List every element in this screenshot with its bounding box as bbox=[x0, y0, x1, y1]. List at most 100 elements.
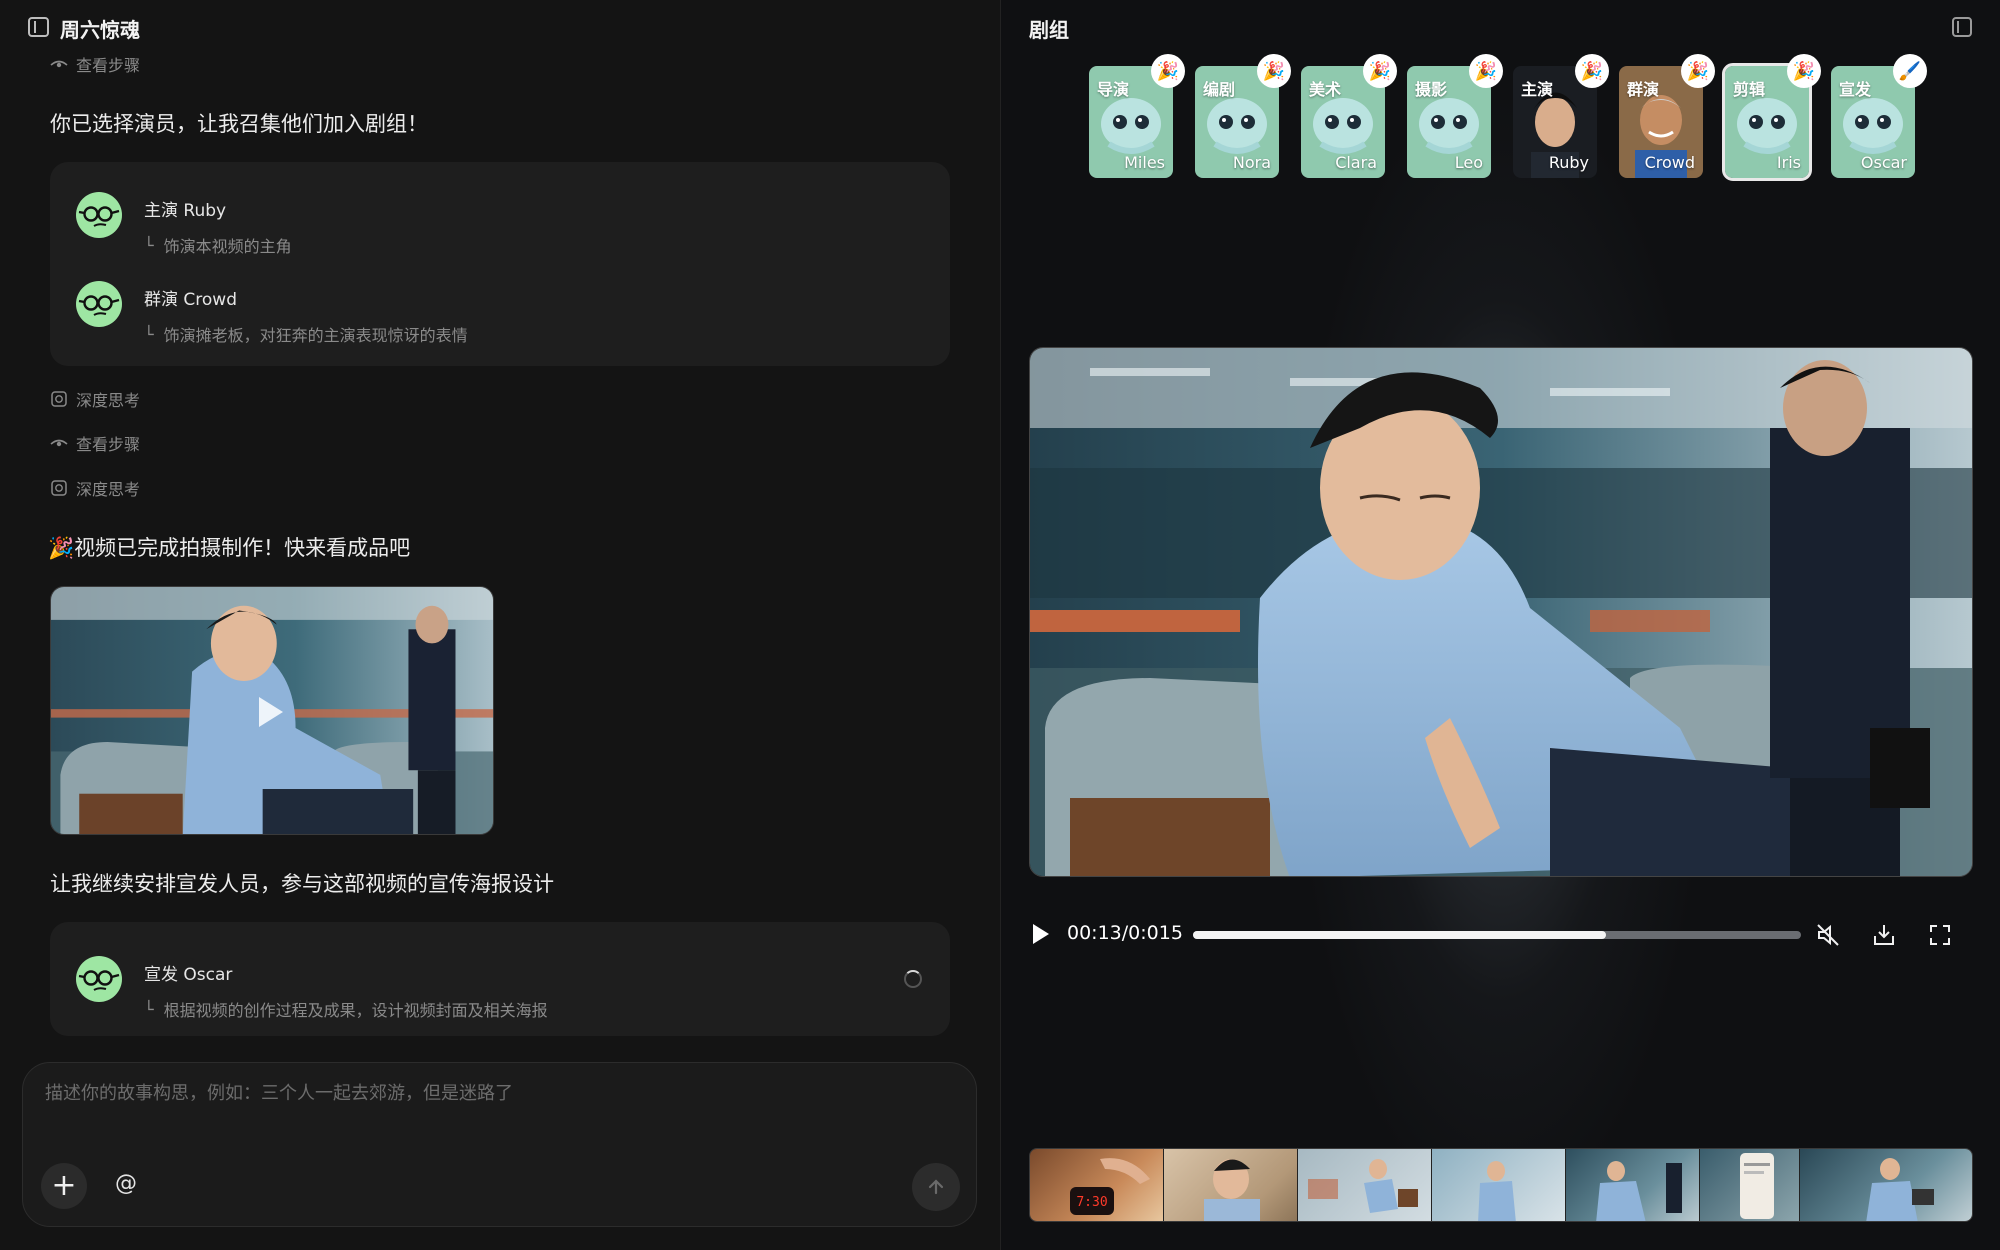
filmstrip: 7:30 bbox=[1029, 1148, 1973, 1222]
crew-name: Nora bbox=[1232, 153, 1271, 172]
cast-member-oscar[interactable]: 宣发 Oscar └ 根据视频的创作过程及成果，设计视频封面及相关海报 bbox=[76, 956, 548, 1021]
player-controls: 00:13/0:015 bbox=[1029, 918, 1973, 952]
view-steps-link[interactable]: 查看步骤 bbox=[50, 431, 140, 455]
frame-thumbnail[interactable] bbox=[1700, 1149, 1800, 1221]
promo-card: 宣发 Oscar └ 根据视频的创作过程及成果，设计视频封面及相关海报 bbox=[50, 922, 950, 1036]
tablet-scene bbox=[1866, 1158, 1934, 1221]
party-popper-icon: 🎉 bbox=[1681, 54, 1715, 88]
glasses-face-icon bbox=[78, 970, 120, 991]
crew-strip: 导演 Miles 🎉 编剧 Nora 🎉 美术 Clara 🎉 摄影 Leo 🎉 主演 Ruby 🎉 群演 Cr… bbox=[1089, 54, 1927, 181]
crew-role: 主演 bbox=[1521, 80, 1554, 99]
play-icon[interactable] bbox=[259, 697, 283, 727]
party-popper-icon: 🎉 bbox=[1469, 54, 1503, 88]
clock-text: 7:30 bbox=[1076, 1195, 1107, 1210]
platform-scene bbox=[1478, 1161, 1516, 1221]
panel-toggle-icon[interactable] bbox=[1952, 17, 1972, 37]
progress-bar[interactable] bbox=[1193, 931, 1801, 939]
view-steps-label: 查看步骤 bbox=[76, 56, 141, 75]
download-icon[interactable] bbox=[1871, 922, 1897, 948]
paintbrush-icon: 🖌️ bbox=[1893, 54, 1927, 88]
add-button[interactable]: + bbox=[41, 1163, 87, 1209]
crew-card-nora[interactable]: 编剧 Nora 🎉 bbox=[1195, 54, 1291, 178]
cast-member-crowd[interactable]: 群演 Crowd └ 饰演摊老板，对狂奔的主演表现惊讶的表情 bbox=[76, 281, 468, 346]
story-input[interactable] bbox=[45, 1083, 945, 1104]
avatar bbox=[76, 192, 122, 238]
intro-message: 你已选择演员，让我召集他们加入剧组！ bbox=[50, 112, 428, 136]
party-popper-icon: 🎉 bbox=[1575, 54, 1609, 88]
crew-role: 摄影 bbox=[1415, 80, 1448, 99]
crew-role: 剪辑 bbox=[1733, 80, 1766, 99]
send-button[interactable] bbox=[912, 1163, 960, 1211]
crew-name: Ruby bbox=[1548, 153, 1589, 172]
video-thumbnail[interactable] bbox=[50, 586, 494, 835]
crew-name: Clara bbox=[1335, 153, 1377, 172]
done-message: 🎉视频已完成拍摄制作！快来看成品吧 bbox=[48, 536, 411, 560]
continue-message: 让我继续安排宣发人员，参与这部视频的宣传海报设计 bbox=[50, 872, 554, 896]
avatar bbox=[76, 281, 122, 327]
loading-spinner-icon bbox=[904, 970, 922, 988]
member-name: 主演 Ruby bbox=[144, 201, 227, 221]
mute-icon[interactable] bbox=[1815, 922, 1841, 948]
crew-title: 剧组 bbox=[1029, 18, 1069, 42]
bench-scene bbox=[1596, 1161, 1682, 1221]
frame-thumbnail[interactable]: 7:30 bbox=[1030, 1149, 1164, 1221]
crew-name: Oscar bbox=[1860, 153, 1907, 172]
eye-icon bbox=[50, 439, 68, 447]
party-popper-icon: 🎉 bbox=[1787, 54, 1821, 88]
crew-role: 导演 bbox=[1097, 80, 1130, 99]
crew-card-leo[interactable]: 摄影 Leo 🎉 bbox=[1407, 54, 1503, 178]
crew-card-iris[interactable]: 剪辑 Iris 🎉 bbox=[1722, 54, 1821, 181]
crew-panel: 剧组 导演 Miles 🎉 编剧 Nora 🎉 美术 Clara 🎉 摄影 Leo 🎉 主演 Ruby 🎉 群… bbox=[1000, 0, 2000, 1250]
phone-screen-scene bbox=[1740, 1153, 1774, 1219]
bedroom-scene bbox=[1204, 1159, 1260, 1221]
frame-thumbnail[interactable] bbox=[1800, 1149, 1972, 1221]
cast-member-ruby[interactable]: 主演 Ruby └ 饰演本视频的主角 bbox=[76, 192, 292, 257]
crew-name: Leo bbox=[1454, 153, 1483, 172]
frame-thumbnail[interactable] bbox=[1566, 1149, 1700, 1221]
view-steps-label: 查看步骤 bbox=[76, 435, 141, 454]
progress-fill bbox=[1193, 931, 1607, 939]
frame-thumbnail[interactable] bbox=[1164, 1149, 1298, 1221]
deep-think-toggle[interactable]: 深度思考 bbox=[50, 476, 140, 500]
crew-card-crowd[interactable]: 群演 Crowd 🎉 bbox=[1619, 54, 1715, 178]
member-desc: 饰演本视频的主角 bbox=[163, 237, 292, 256]
crew-card-miles[interactable]: 导演 Miles 🎉 bbox=[1089, 54, 1185, 178]
composer: + @ bbox=[22, 1062, 977, 1227]
arrow-up-icon bbox=[928, 1179, 944, 1195]
deep-think-label: 深度思考 bbox=[76, 391, 141, 410]
tree-branch-icon: └ bbox=[144, 235, 154, 255]
eye-icon bbox=[50, 60, 68, 68]
time-readout: 00:13/0:015 bbox=[1067, 922, 1183, 944]
crew-role: 群演 bbox=[1627, 80, 1660, 99]
tree-branch-icon: └ bbox=[144, 324, 154, 344]
crew-name: Iris bbox=[1776, 153, 1801, 172]
video-player[interactable] bbox=[1029, 347, 1973, 877]
plus-icon: + bbox=[51, 1168, 77, 1203]
play-icon[interactable] bbox=[1033, 924, 1049, 944]
glasses-face-icon bbox=[78, 295, 120, 316]
chat-panel: 周六惊魂 查看步骤 你已选择演员，让我召集他们加入剧组！ 主演 Ruby └ 饰演… bbox=[0, 0, 1000, 1250]
member-name: 宣发 Oscar bbox=[144, 965, 233, 985]
crew-role: 编剧 bbox=[1203, 80, 1236, 99]
tree-branch-icon: └ bbox=[144, 999, 154, 1019]
party-popper-icon: 🎉 bbox=[1257, 54, 1291, 88]
brain-icon bbox=[51, 480, 67, 496]
crew-name: Crowd bbox=[1644, 153, 1695, 172]
crew-card-ruby[interactable]: 主演 Ruby 🎉 bbox=[1513, 54, 1609, 178]
sidebar-toggle-icon[interactable] bbox=[28, 17, 49, 37]
crew-role: 美术 bbox=[1309, 80, 1342, 99]
mention-button[interactable]: @ bbox=[115, 1171, 137, 1196]
fullscreen-icon[interactable] bbox=[1927, 922, 1953, 948]
alarm-clock-scene: 7:30 bbox=[1070, 1158, 1150, 1215]
frame-thumbnail[interactable] bbox=[1298, 1149, 1432, 1221]
deep-think-toggle[interactable]: 深度思考 bbox=[50, 387, 140, 411]
party-popper-icon: 🎉 bbox=[1363, 54, 1397, 88]
crew-card-oscar[interactable]: 宣发 Oscar 🖌️ bbox=[1831, 54, 1927, 178]
brain-icon bbox=[51, 391, 67, 407]
view-steps-link[interactable]: 查看步骤 bbox=[50, 52, 140, 76]
crew-card-clara[interactable]: 美术 Clara 🎉 bbox=[1301, 54, 1397, 178]
member-desc: 饰演摊老板，对狂奔的主演表现惊讶的表情 bbox=[163, 326, 468, 345]
member-name: 群演 Crowd bbox=[144, 290, 237, 310]
frame-thumbnail[interactable] bbox=[1432, 1149, 1566, 1221]
avatar bbox=[76, 956, 122, 1002]
